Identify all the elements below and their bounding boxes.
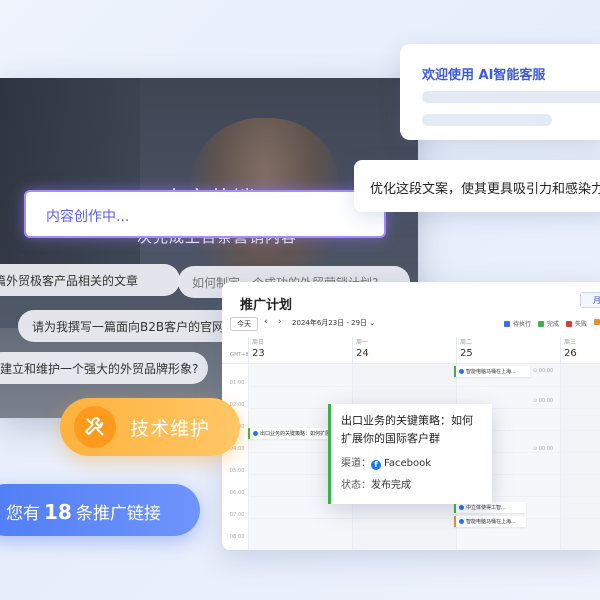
tech-maintenance-pill[interactable]: 技术维护: [60, 398, 240, 456]
prompt-chip[interactable]: 篇外贸极客产品相关的文章: [0, 264, 180, 296]
links-count: 18: [44, 500, 72, 524]
next-week-icon[interactable]: ›: [278, 317, 282, 327]
optimize-copy-message: 优化这段文案，使其更具吸引力和感染力: [354, 160, 600, 212]
calendar-event[interactable]: 智能电脑马桶在上海...: [454, 516, 526, 527]
prompt-chip[interactable]: 建立和维护一个强大的外贸品牌形象?: [0, 352, 208, 384]
promotion-links-pill[interactable]: 您有 18 条推广链接: [0, 484, 200, 536]
weekday-label: 周日: [252, 339, 265, 346]
prompt-chip[interactable]: 请为我撰写一篇面向B2B客户的官网推: [18, 310, 250, 342]
day-column: [560, 364, 600, 550]
weekday-label: 周二: [460, 339, 473, 346]
legend-item: 待执行: [504, 319, 531, 328]
ai-service-welcome-card: 欢迎使用 AI智能客服: [400, 44, 600, 140]
timezone-label: GMT+8: [230, 352, 249, 358]
links-prefix: 您有: [6, 504, 40, 524]
day-number: 26: [564, 348, 577, 359]
optimize-text: 优化这段文案，使其更具吸引力和感染力: [370, 182, 600, 197]
day-number: 23: [252, 348, 265, 359]
hour-label: 08:00: [230, 534, 245, 540]
legend-swatch: [538, 320, 544, 327]
legend-item: [594, 319, 600, 325]
facebook-icon: [459, 505, 464, 510]
event-time: ⊙ 00:00: [533, 368, 554, 374]
facebook-icon: f: [371, 460, 381, 470]
event-time: ⊙ 00:00: [533, 398, 554, 404]
date-range-selector[interactable]: 2024年6月23日 - 29日 ⌄: [292, 318, 375, 328]
placeholder-line: [422, 91, 600, 103]
legend-item: 完成: [538, 319, 559, 328]
weekday-label: 周一: [356, 339, 369, 346]
channel-row: 渠道： f Facebook: [341, 458, 431, 470]
facebook-icon: [459, 369, 464, 374]
day-number: 25: [460, 348, 473, 359]
hour-label: 06:00: [230, 490, 245, 496]
hour-line: [248, 518, 600, 519]
hour-label: 01:00: [230, 380, 245, 386]
content-creation-input[interactable]: 内容创作中...: [24, 190, 386, 238]
hour-label: 05:00: [230, 468, 245, 474]
calendar-event[interactable]: 智能电脑马桶在上海...: [454, 366, 530, 377]
facebook-icon: [253, 431, 258, 436]
links-suffix: 条推广链接: [75, 504, 161, 524]
facebook-icon: [459, 519, 464, 524]
hour-label: 07:00: [230, 512, 245, 518]
placeholder-line: [422, 114, 552, 126]
hour-label: 04:00: [230, 446, 245, 452]
weekday-label: 周三: [564, 339, 577, 346]
legend-item: 失败: [566, 319, 587, 328]
status-row: 状态：发布完成: [341, 480, 411, 491]
content-creation-status: 内容创作中...: [46, 209, 130, 225]
channel-value: Facebook: [384, 458, 431, 469]
calendar-title: 推广计划: [240, 298, 293, 313]
today-button[interactable]: 今天: [230, 317, 258, 331]
legend-swatch: [504, 320, 510, 327]
hour-line: [248, 386, 600, 387]
wrench-icon: [74, 406, 116, 448]
day-number: 24: [356, 348, 369, 359]
tech-maintenance-label: 技术维护: [130, 418, 211, 440]
month-view-button[interactable]: 月: [580, 292, 600, 308]
legend-swatch: [566, 320, 572, 327]
prev-week-icon[interactable]: ‹: [264, 317, 268, 327]
event-title: 出口业务的关键策略：如何扩展你的国际客户群: [341, 414, 473, 445]
welcome-title: 欢迎使用 AI智能客服: [422, 68, 546, 83]
legend-swatch: [594, 319, 600, 325]
status-value: 发布完成: [371, 480, 411, 491]
event-time: ⊙ 00:00: [533, 446, 554, 452]
event-detail-popup: 出口业务的关键策略：如何扩展你的国际客户群 渠道： f Facebook 状态：发布…: [328, 404, 492, 504]
